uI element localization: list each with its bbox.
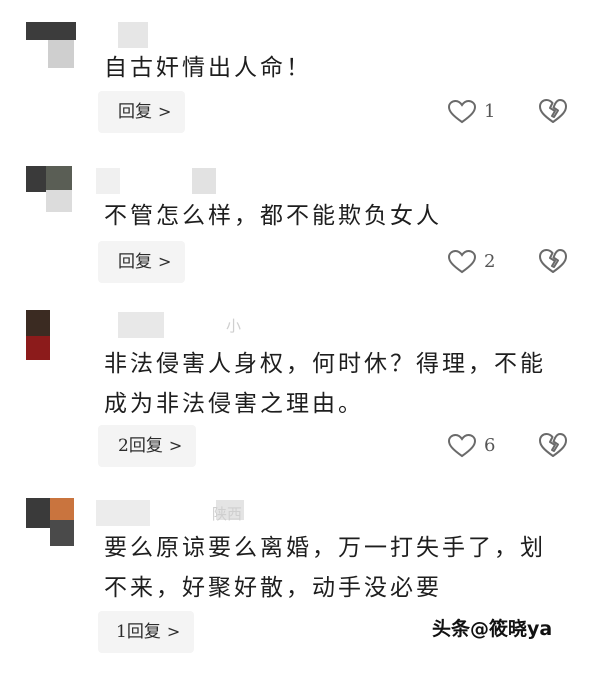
comment-item: 不管怎么样，都不能欺负女人 回复 > 2 [0,150,600,300]
username[interactable]: 小 [96,312,276,338]
reply-button[interactable]: 回复 > [98,91,186,133]
comment-text: 不管怎么样，都不能欺负女人 [104,203,442,229]
username[interactable]: 陕西 [96,500,296,526]
reply-label: 回复 [118,102,152,122]
comment-item: 自古奸情出人命！ 回复 > 1 [0,0,600,150]
heart-outline-icon[interactable] [448,434,476,458]
reply-label: 1回复 [116,622,161,642]
reply-button[interactable]: 回复 > [98,241,186,283]
like-count: 1 [484,101,496,122]
avatar[interactable] [26,22,76,72]
chevron-right-icon: > [158,102,172,121]
comment-item: 陕西 要么原谅要么离婚，万一打失手了，划 不来，好聚好散，动手没必要 1回复 > [0,490,600,688]
like-count: 2 [484,251,496,272]
like-count: 6 [484,435,496,456]
username[interactable] [96,22,216,48]
comment-text: 非法侵害人身权，何时休？得理，不能 成为非法侵害之理由。 [104,351,546,417]
chevron-right-icon: > [168,436,183,455]
user-meta: 小 [226,317,242,335]
comment-text: 自古奸情出人命！ [104,55,312,81]
avatar[interactable] [26,310,76,360]
reply-label: 回复 [118,252,152,272]
broken-heart-icon[interactable] [539,248,567,274]
chevron-right-icon: > [158,252,172,271]
avatar[interactable] [26,166,76,216]
avatar[interactable] [26,498,76,548]
watermark: 头条@筱晓ya [432,618,553,640]
reply-button[interactable]: 2回复 > [98,425,197,467]
user-meta: 陕西 [212,505,243,523]
reply-label: 2回复 [118,436,163,456]
comment-text: 要么原谅要么离婚，万一打失手了，划 不来，好聚好散，动手没必要 [104,535,546,601]
broken-heart-icon[interactable] [539,98,567,124]
heart-outline-icon[interactable] [448,250,476,274]
comment-item: 小 非法侵害人身权，何时休？得理，不能 成为非法侵害之理由。 2回复 > 6 [0,300,600,490]
username[interactable] [96,168,226,194]
broken-heart-icon[interactable] [539,432,567,458]
reply-button[interactable]: 1回复 > [98,611,195,653]
chevron-right-icon: > [166,622,181,641]
heart-outline-icon[interactable] [448,100,476,124]
